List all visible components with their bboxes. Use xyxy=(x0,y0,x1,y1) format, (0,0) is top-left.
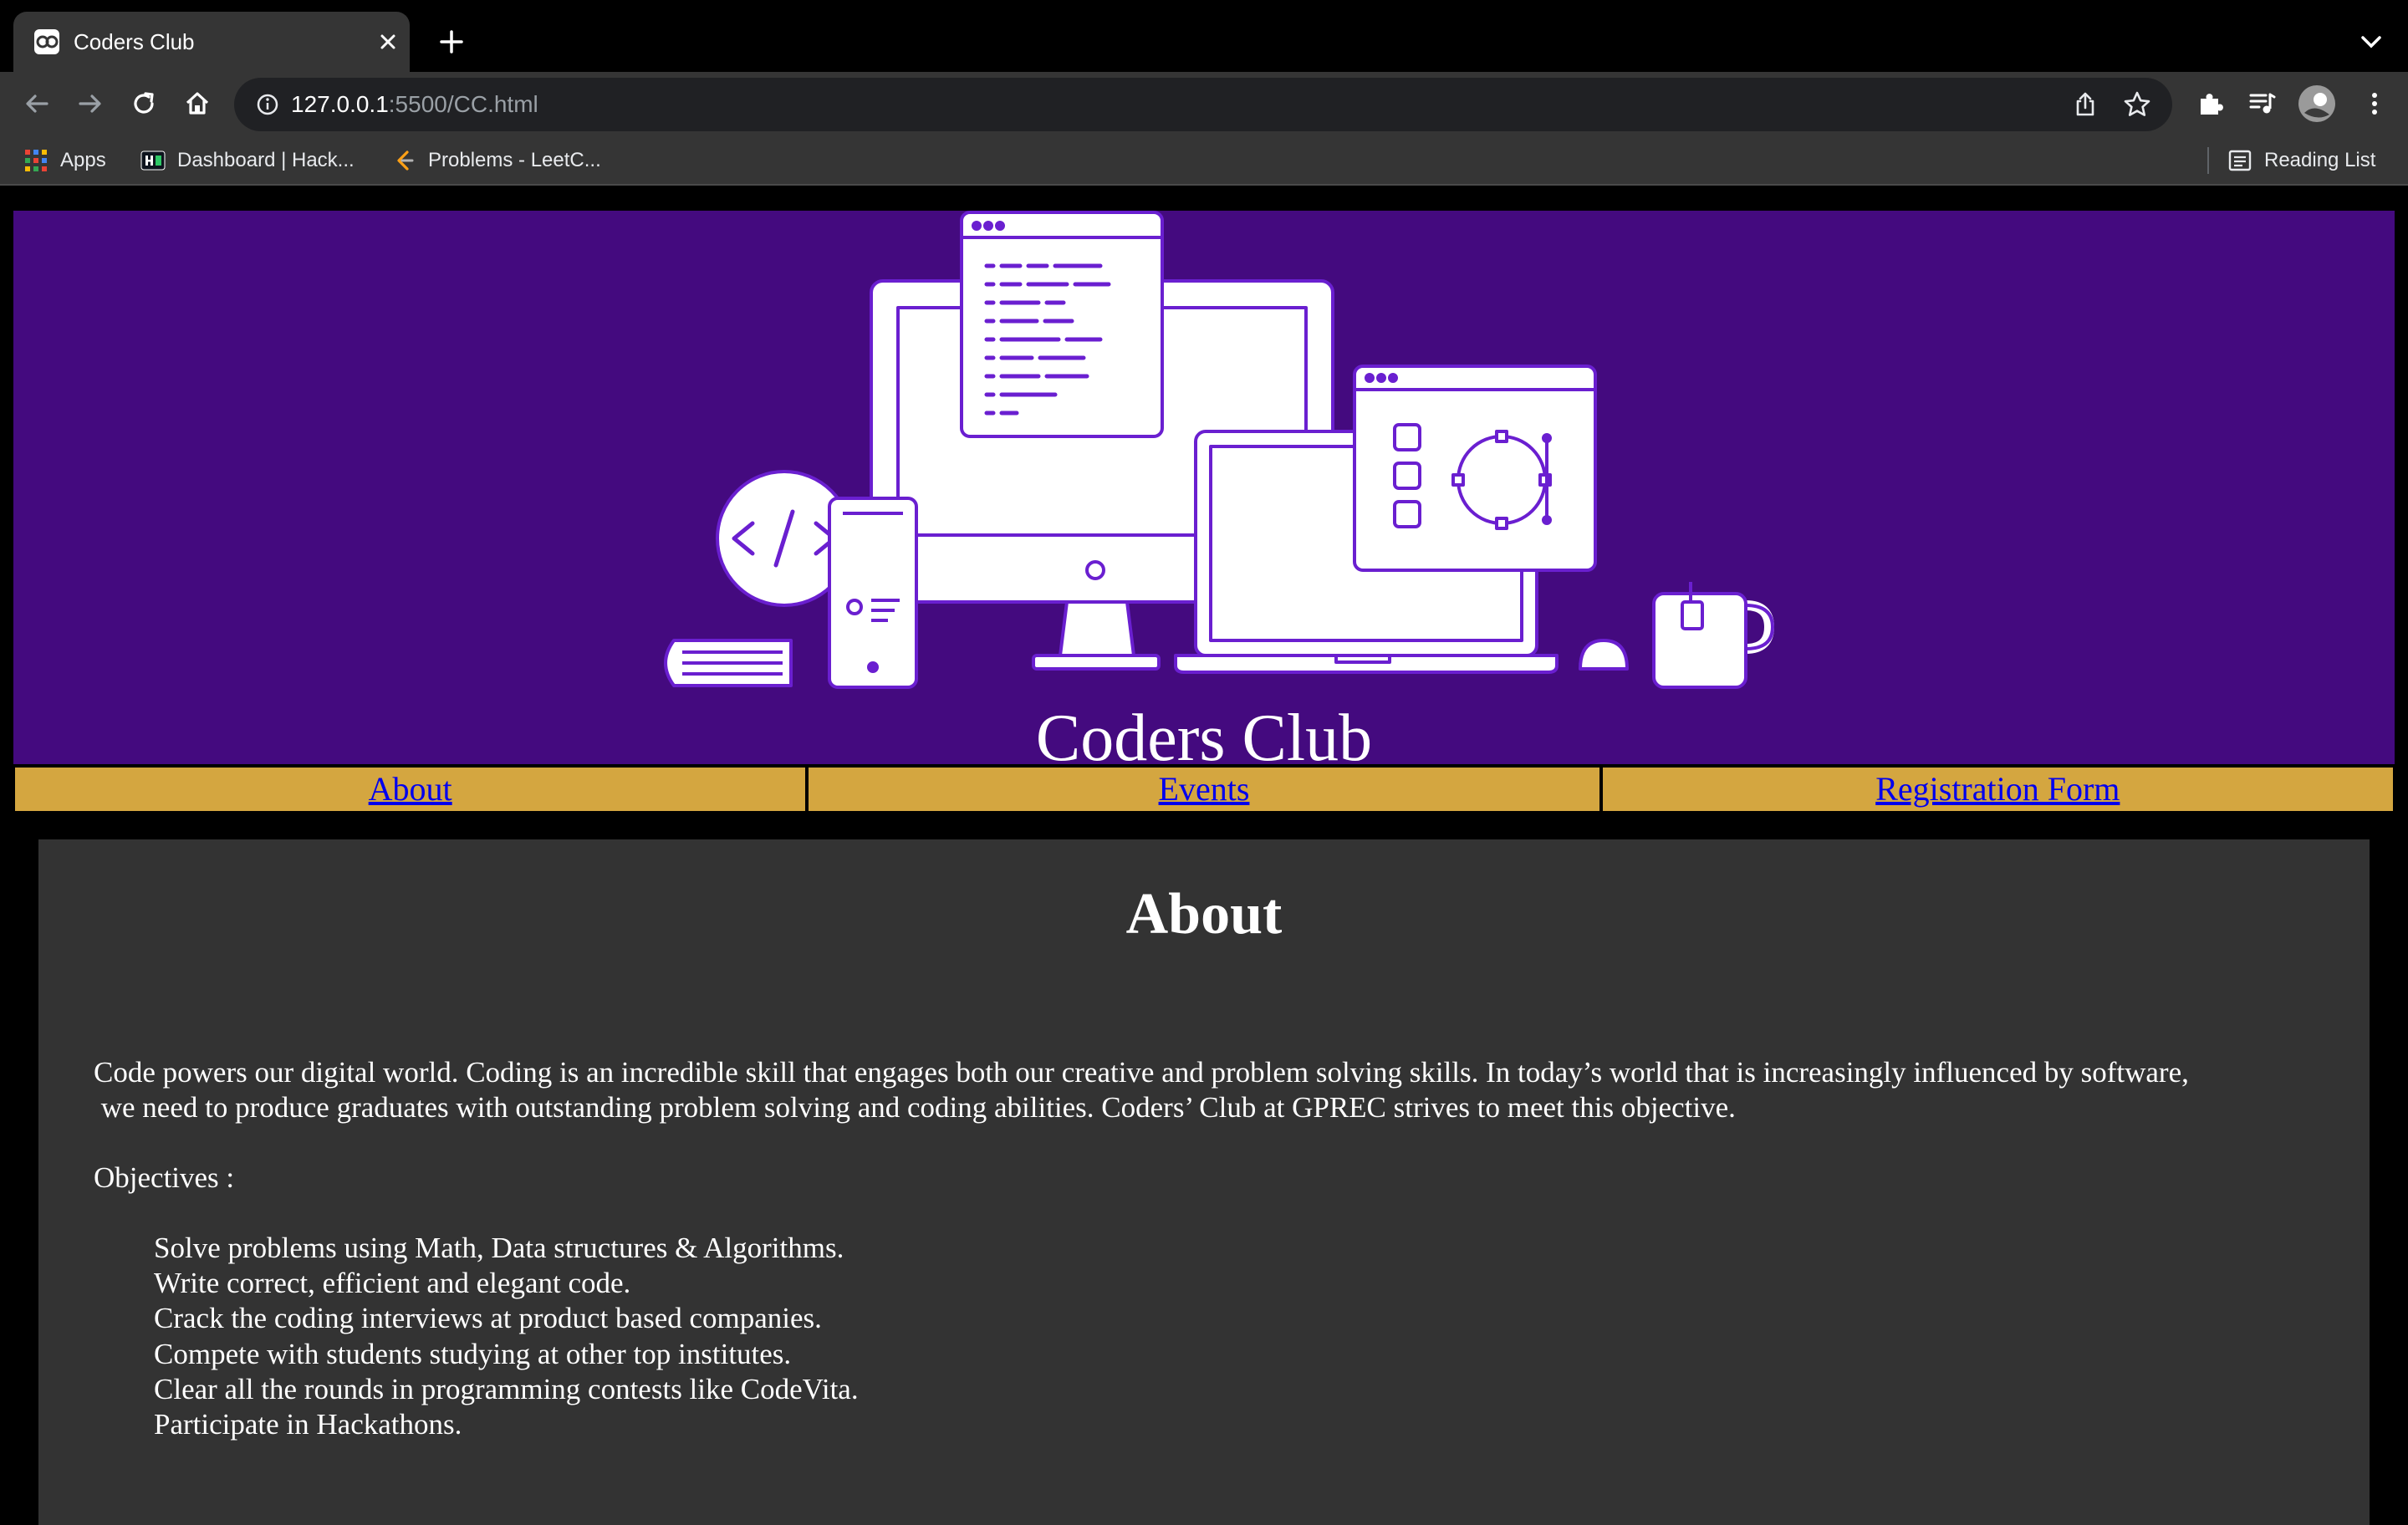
forward-arrow-icon[interactable] xyxy=(74,87,107,120)
bookmark-hackerrank[interactable]: Dashboard | Hack... xyxy=(140,145,355,176)
objective-item: Solve problems using Math, Data structur… xyxy=(154,1232,844,1264)
hackerrank-icon xyxy=(140,150,166,171)
about-section: About Code powers our digital world. Cod… xyxy=(38,839,2370,1525)
design-window-icon xyxy=(1353,365,1597,572)
objective-item: Write correct, efficient and elegant cod… xyxy=(154,1267,631,1300)
browser-toolbar: 127.0.0.1:5500/CC.html xyxy=(0,72,2408,137)
objectives-label: Objectives : xyxy=(94,1161,235,1194)
about-paragraph-line-2: we need to produce graduates with outsta… xyxy=(94,1091,1736,1124)
back-arrow-icon[interactable] xyxy=(20,87,54,120)
site-title: Coders Club xyxy=(1035,701,1373,775)
bookmark-leetcode[interactable]: Problems - LeetC... xyxy=(391,145,601,176)
main-nav: About Events Registration Form xyxy=(15,768,2393,811)
extensions-puzzle-icon[interactable] xyxy=(2194,87,2227,120)
code-window-icon xyxy=(960,211,1164,438)
bookmarks-divider xyxy=(2207,147,2209,174)
nav-link-about[interactable]: About xyxy=(15,768,806,811)
tab-strip: Coders Club xyxy=(0,0,2408,72)
web-page: Coders Club About Events Registration Fo… xyxy=(0,186,2408,1525)
site-favicon-icon xyxy=(34,29,59,54)
objective-item: Clear all the rounds in programming cont… xyxy=(154,1372,859,1405)
media-queue-icon[interactable] xyxy=(2246,87,2279,120)
tab-search-chevron-icon[interactable] xyxy=(2358,30,2385,54)
new-tab-plus-icon[interactable] xyxy=(436,27,467,57)
bookmarks-bar: Apps Dashboard | Hack... Problems - Leet… xyxy=(0,137,2408,186)
coffee-mug-icon xyxy=(1652,582,1774,689)
bookmark-apps[interactable]: Apps xyxy=(23,145,106,176)
leetcode-icon xyxy=(397,150,414,171)
objectives-list: Solve problems using Math, Data structur… xyxy=(154,1231,859,1442)
url-text[interactable]: 127.0.0.1:5500/CC.html xyxy=(291,91,538,118)
about-paragraph: Code powers our digital world. Coding is… xyxy=(94,1055,2351,1125)
apps-grid-icon xyxy=(25,150,47,171)
browser-chrome: Coders Club 127.0.0.1:5500/CC.html Apps … xyxy=(0,0,2408,186)
reading-list-icon xyxy=(2228,150,2252,171)
smartphone-icon xyxy=(828,497,918,689)
hero-banner: Coders Club xyxy=(13,211,2395,775)
share-icon[interactable] xyxy=(2070,89,2100,120)
reload-icon[interactable] xyxy=(127,87,161,120)
nav-link-events[interactable]: Events xyxy=(809,768,1599,811)
site-info-icon[interactable] xyxy=(254,91,281,118)
objective-item: Compete with students studying at other … xyxy=(154,1337,792,1370)
about-paragraph-line-1: Code powers our digital world. Coding is… xyxy=(94,1056,2189,1089)
about-heading: About xyxy=(1125,882,1283,946)
reading-list-button[interactable]: Reading List xyxy=(2227,145,2375,176)
tab-title: Coders Club xyxy=(74,29,195,54)
objective-item: Participate in Hackathons. xyxy=(154,1408,462,1441)
browser-menu-kebab-icon[interactable] xyxy=(2358,87,2391,120)
browser-tab[interactable]: Coders Club xyxy=(13,12,410,72)
nav-link-registration-form[interactable]: Registration Form xyxy=(1602,768,2393,811)
hero-illustration xyxy=(664,211,1774,689)
profile-avatar-icon[interactable] xyxy=(2298,84,2336,123)
mouse-icon xyxy=(1579,639,1629,671)
address-bar[interactable]: 127.0.0.1:5500/CC.html xyxy=(234,78,2172,131)
close-tab-icon[interactable] xyxy=(375,28,401,55)
home-icon[interactable] xyxy=(181,87,214,120)
bookmark-star-icon[interactable] xyxy=(2122,89,2152,120)
objective-item: Crack the coding interviews at product b… xyxy=(154,1302,822,1335)
book-icon xyxy=(664,639,793,687)
